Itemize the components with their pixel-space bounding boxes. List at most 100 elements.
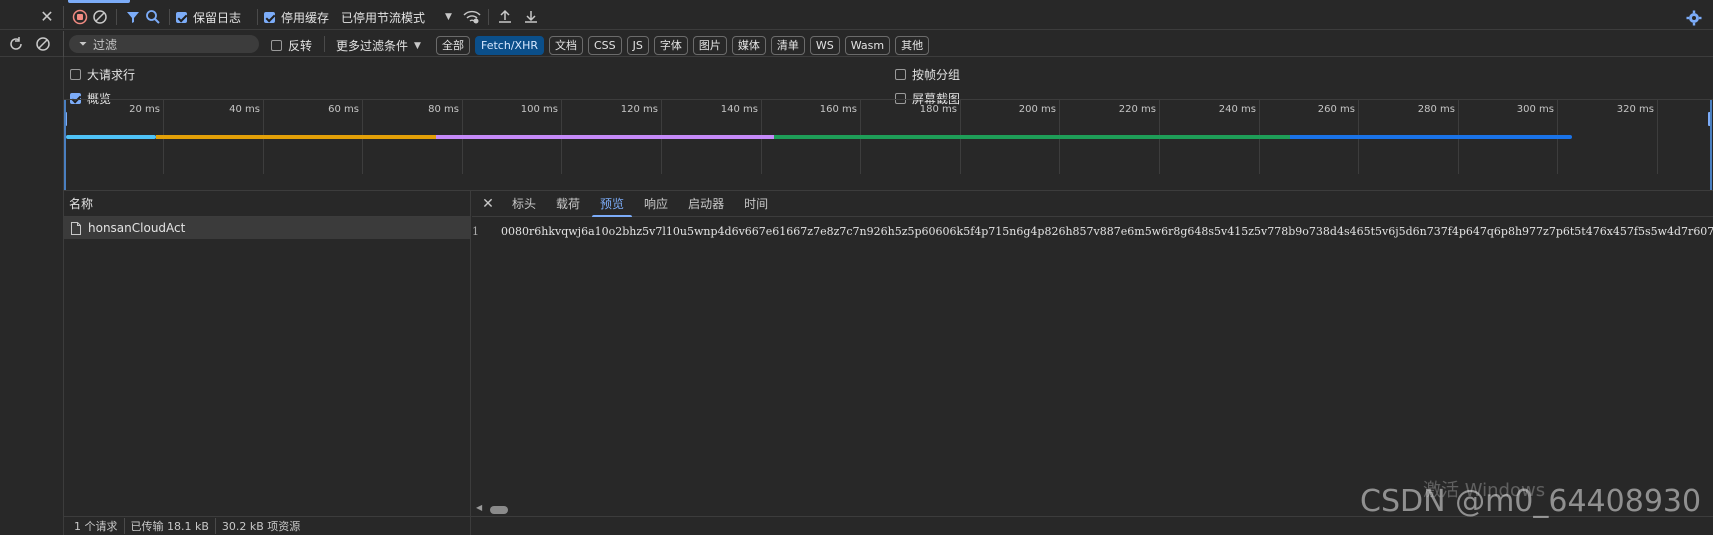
divider xyxy=(324,36,325,52)
timeline-gridline xyxy=(1657,100,1658,174)
tab-headers[interactable]: 标头 xyxy=(502,191,546,217)
timeline-tick-label: 300 ms xyxy=(1516,104,1554,115)
type-filter-chip[interactable]: 媒体 xyxy=(731,36,766,55)
request-name: honsanCloudAct xyxy=(88,221,186,235)
type-filter-chip[interactable]: 文档 xyxy=(548,36,583,55)
tab-initiator[interactable]: 启动器 xyxy=(678,191,734,217)
timeline-tick-label: 80 ms xyxy=(428,104,459,115)
timeline-tick-label: 20 ms xyxy=(129,104,160,115)
checkbox-icon[interactable] xyxy=(271,40,282,51)
divider xyxy=(63,31,64,57)
throttling-select[interactable]: 已停用节流模式 ▼ xyxy=(341,9,452,26)
invert-label: 反转 xyxy=(288,39,313,53)
timeline-tick-label: 320 ms xyxy=(1616,104,1654,115)
big-request-rows-label: 大请求行 xyxy=(87,68,136,82)
more-filters-label: 更多过滤条件 xyxy=(336,39,409,53)
divider xyxy=(116,9,117,25)
reload-icon[interactable] xyxy=(6,34,26,54)
type-filter-chip[interactable]: 全部 xyxy=(436,36,470,55)
timeline-tick-label: 120 ms xyxy=(620,104,658,115)
main-toolbar: ✕ 保留日志 停用缓存 已停用节流模式 ▼ xyxy=(0,6,1713,30)
timeline-bar-queue xyxy=(66,135,156,139)
line-number: 1 xyxy=(472,224,479,238)
timeline-tick-label: 240 ms xyxy=(1218,104,1256,115)
divider xyxy=(169,9,170,25)
tab-payload[interactable]: 载荷 xyxy=(546,191,590,217)
timeline-bar-download xyxy=(436,135,774,139)
detail-tabs: ✕ 标头 载荷 预览 响应 启动器 时间 xyxy=(472,191,1713,217)
timeline-right-edge xyxy=(1710,100,1712,190)
checkbox-icon[interactable] xyxy=(895,69,906,80)
type-filter-chips: 全部 Fetch/XHR 文档 CSS JS 字体 图片 媒体 清单 WS Wasm 其他 xyxy=(436,36,934,55)
divider xyxy=(214,518,216,534)
search-icon[interactable] xyxy=(143,7,163,27)
divider xyxy=(63,6,64,28)
tab-response[interactable]: 响应 xyxy=(634,191,678,217)
filter-placeholder: 过滤 xyxy=(93,37,118,52)
transferred-size: 已传输 18.1 kB xyxy=(130,520,209,533)
timeline-tick-label: 200 ms xyxy=(1018,104,1056,115)
type-filter-chip[interactable]: CSS xyxy=(587,36,622,55)
timeline-tick-label: 280 ms xyxy=(1417,104,1455,115)
timeline-tick-label: 160 ms xyxy=(819,104,857,115)
upload-icon[interactable] xyxy=(495,7,515,27)
scrollbar-thumb[interactable] xyxy=(490,506,508,514)
top-tab-indicator xyxy=(68,0,130,3)
throttling-value: 已停用节流模式 xyxy=(341,10,426,25)
preview-content: 0080r6hkvqwj6a10o2bhz5v7l10u5wnp4d6v667e… xyxy=(501,224,1713,238)
clear-icon[interactable] xyxy=(90,7,110,27)
divider xyxy=(123,518,125,534)
type-filter-chip[interactable]: WS xyxy=(809,36,840,55)
timeline-tick-label: 60 ms xyxy=(328,104,359,115)
disable-cache-checkbox[interactable]: 停用缓存 xyxy=(264,9,329,26)
filter-icon: ⏷ xyxy=(79,38,87,50)
request-list: 名称 honsanCloudAct xyxy=(64,191,471,535)
type-filter-chip[interactable]: 图片 xyxy=(692,36,727,55)
timeline-tick-label: 260 ms xyxy=(1317,104,1355,115)
close-panel-button[interactable]: ✕ xyxy=(38,8,56,26)
type-filter-chip[interactable]: Wasm xyxy=(844,36,891,55)
block-icon[interactable] xyxy=(33,34,53,54)
document-icon xyxy=(71,221,81,235)
tab-preview[interactable]: 预览 xyxy=(590,191,634,217)
timeline-bar-blue xyxy=(1290,135,1572,139)
disable-cache-label: 停用缓存 xyxy=(281,10,330,25)
request-row[interactable]: honsanCloudAct xyxy=(64,217,470,239)
group-by-frame-label: 按帧分组 xyxy=(912,68,961,82)
divider xyxy=(257,9,259,25)
chevron-down-icon: ▼ xyxy=(414,40,421,51)
request-list-header[interactable]: 名称 xyxy=(64,191,470,217)
divider xyxy=(487,9,489,25)
type-filter-chip[interactable]: 其他 xyxy=(895,36,930,55)
timeline-left-edge xyxy=(64,100,66,190)
preserve-log-checkbox[interactable]: 保留日志 xyxy=(176,9,241,26)
close-detail-icon[interactable]: ✕ xyxy=(478,196,498,212)
more-filters-dropdown[interactable]: 更多过滤条件 ▼ xyxy=(336,37,421,54)
invert-checkbox[interactable]: 反转 xyxy=(271,37,312,54)
preserve-log-label: 保留日志 xyxy=(193,10,242,25)
group-by-frame-checkbox[interactable]: 按帧分组 xyxy=(895,66,960,83)
scroll-left-icon[interactable]: ◀ xyxy=(476,503,482,512)
timeline-tick-label: 100 ms xyxy=(520,104,558,115)
type-filter-chip[interactable]: 清单 xyxy=(770,36,805,55)
checkbox-icon[interactable] xyxy=(176,11,187,23)
download-icon[interactable] xyxy=(521,7,541,27)
timeline-tick-label: 140 ms xyxy=(720,104,758,115)
checkbox-icon[interactable] xyxy=(264,11,276,23)
stop-recording-icon[interactable] xyxy=(70,7,90,27)
timeline-tick-label: 180 ms xyxy=(919,104,957,115)
timeline-bar-wait xyxy=(156,135,436,139)
tab-timing[interactable]: 时间 xyxy=(734,191,778,217)
filter-icon[interactable] xyxy=(123,7,143,27)
network-conditions-icon[interactable] xyxy=(462,7,482,27)
type-filter-chip[interactable]: Fetch/XHR xyxy=(475,36,544,55)
chevron-down-icon: ▼ xyxy=(445,12,452,22)
type-filter-chip[interactable]: JS xyxy=(626,36,649,55)
type-filter-chip[interactable]: 字体 xyxy=(653,36,688,55)
big-request-rows-checkbox[interactable]: 大请求行 xyxy=(70,66,135,83)
filter-input[interactable]: ⏷ 过滤 xyxy=(69,35,259,53)
settings-gear-icon[interactable] xyxy=(1684,8,1704,28)
timeline-overview[interactable] xyxy=(64,99,1713,100)
filter-bar: ⏷ 过滤 反转 更多过滤条件 ▼ 全部 Fetch/XHR 文档 CSS JS 字体 图片媒… xyxy=(0,31,1713,57)
checkbox-icon[interactable] xyxy=(70,69,81,80)
